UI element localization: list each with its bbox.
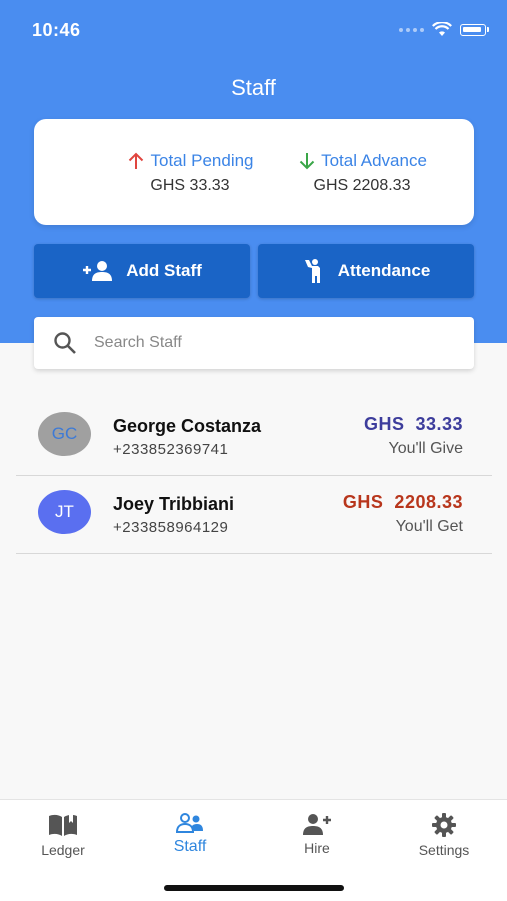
tab-hire-label: Hire [304,840,330,856]
staff-amount-label: You'll Give [388,440,463,457]
staff-list: GC George Costanza +233852369741 GHS 33.… [16,398,492,554]
add-staff-button[interactable]: Add Staff [34,244,250,298]
book-open-icon [49,814,77,836]
search-input[interactable] [92,333,456,353]
total-advance-label: Total Advance [321,151,427,170]
arrow-down-icon [299,153,315,170]
tab-settings[interactable]: Settings [389,812,499,858]
tab-ledger-label: Ledger [41,842,85,858]
avatar: GC [38,412,91,456]
attendance-label: Attendance [337,261,431,280]
add-staff-label: Add Staff [126,261,202,280]
staff-amount: GHS 33.33 [363,414,463,434]
staff-row-george[interactable]: GC George Costanza +233852369741 GHS 33.… [16,398,492,476]
staff-amount-label: You'll Get [395,518,463,535]
person-raising-hand-icon [304,259,320,283]
tab-ledger[interactable]: Ledger [8,812,118,858]
home-indicator[interactable] [164,885,344,891]
tab-hire[interactable]: Hire [262,812,372,856]
arrow-up-icon [129,152,144,169]
staff-row-joey[interactable]: JT Joey Tribbiani +233858964129 GHS 2208… [16,476,492,554]
total-pending-label: Total Pending [150,151,254,170]
wifi-icon [432,22,452,36]
page-title: Staff [231,75,276,100]
tab-settings-label: Settings [418,842,470,858]
total-pending: Total Pending GHS 33.33 [90,151,290,195]
total-pending-value: GHS 33.33 [150,177,230,194]
battery-icon [460,23,489,36]
staff-name: George Costanza [113,416,262,436]
status-time: 10:46 [32,20,81,40]
add-person-icon [83,261,113,281]
staff-phone: +233852369741 [113,441,229,458]
signal-icon [399,27,424,32]
staff-amount: GHS 2208.33 [342,492,463,512]
total-advance-value: GHS 2208.33 [313,177,411,194]
total-advance: Total Advance GHS 2208.33 [262,151,462,195]
status-icons [399,22,489,37]
tab-staff-label: Staff [173,838,207,855]
tab-staff[interactable]: Staff [135,812,245,856]
staff-phone: +233858964129 [113,519,229,536]
search-icon [54,332,76,354]
search-bar[interactable] [34,317,474,369]
gear-icon [432,813,456,837]
people-icon [175,813,203,833]
attendance-button[interactable]: Attendance [258,244,474,298]
staff-name: Joey Tribbiani [113,494,235,514]
summary-card: Total Pending GHS 33.33 Total Advance GH… [34,119,474,225]
add-person-icon [303,814,331,835]
status-bar: 10:46 [0,0,507,60]
avatar: JT [38,490,91,534]
